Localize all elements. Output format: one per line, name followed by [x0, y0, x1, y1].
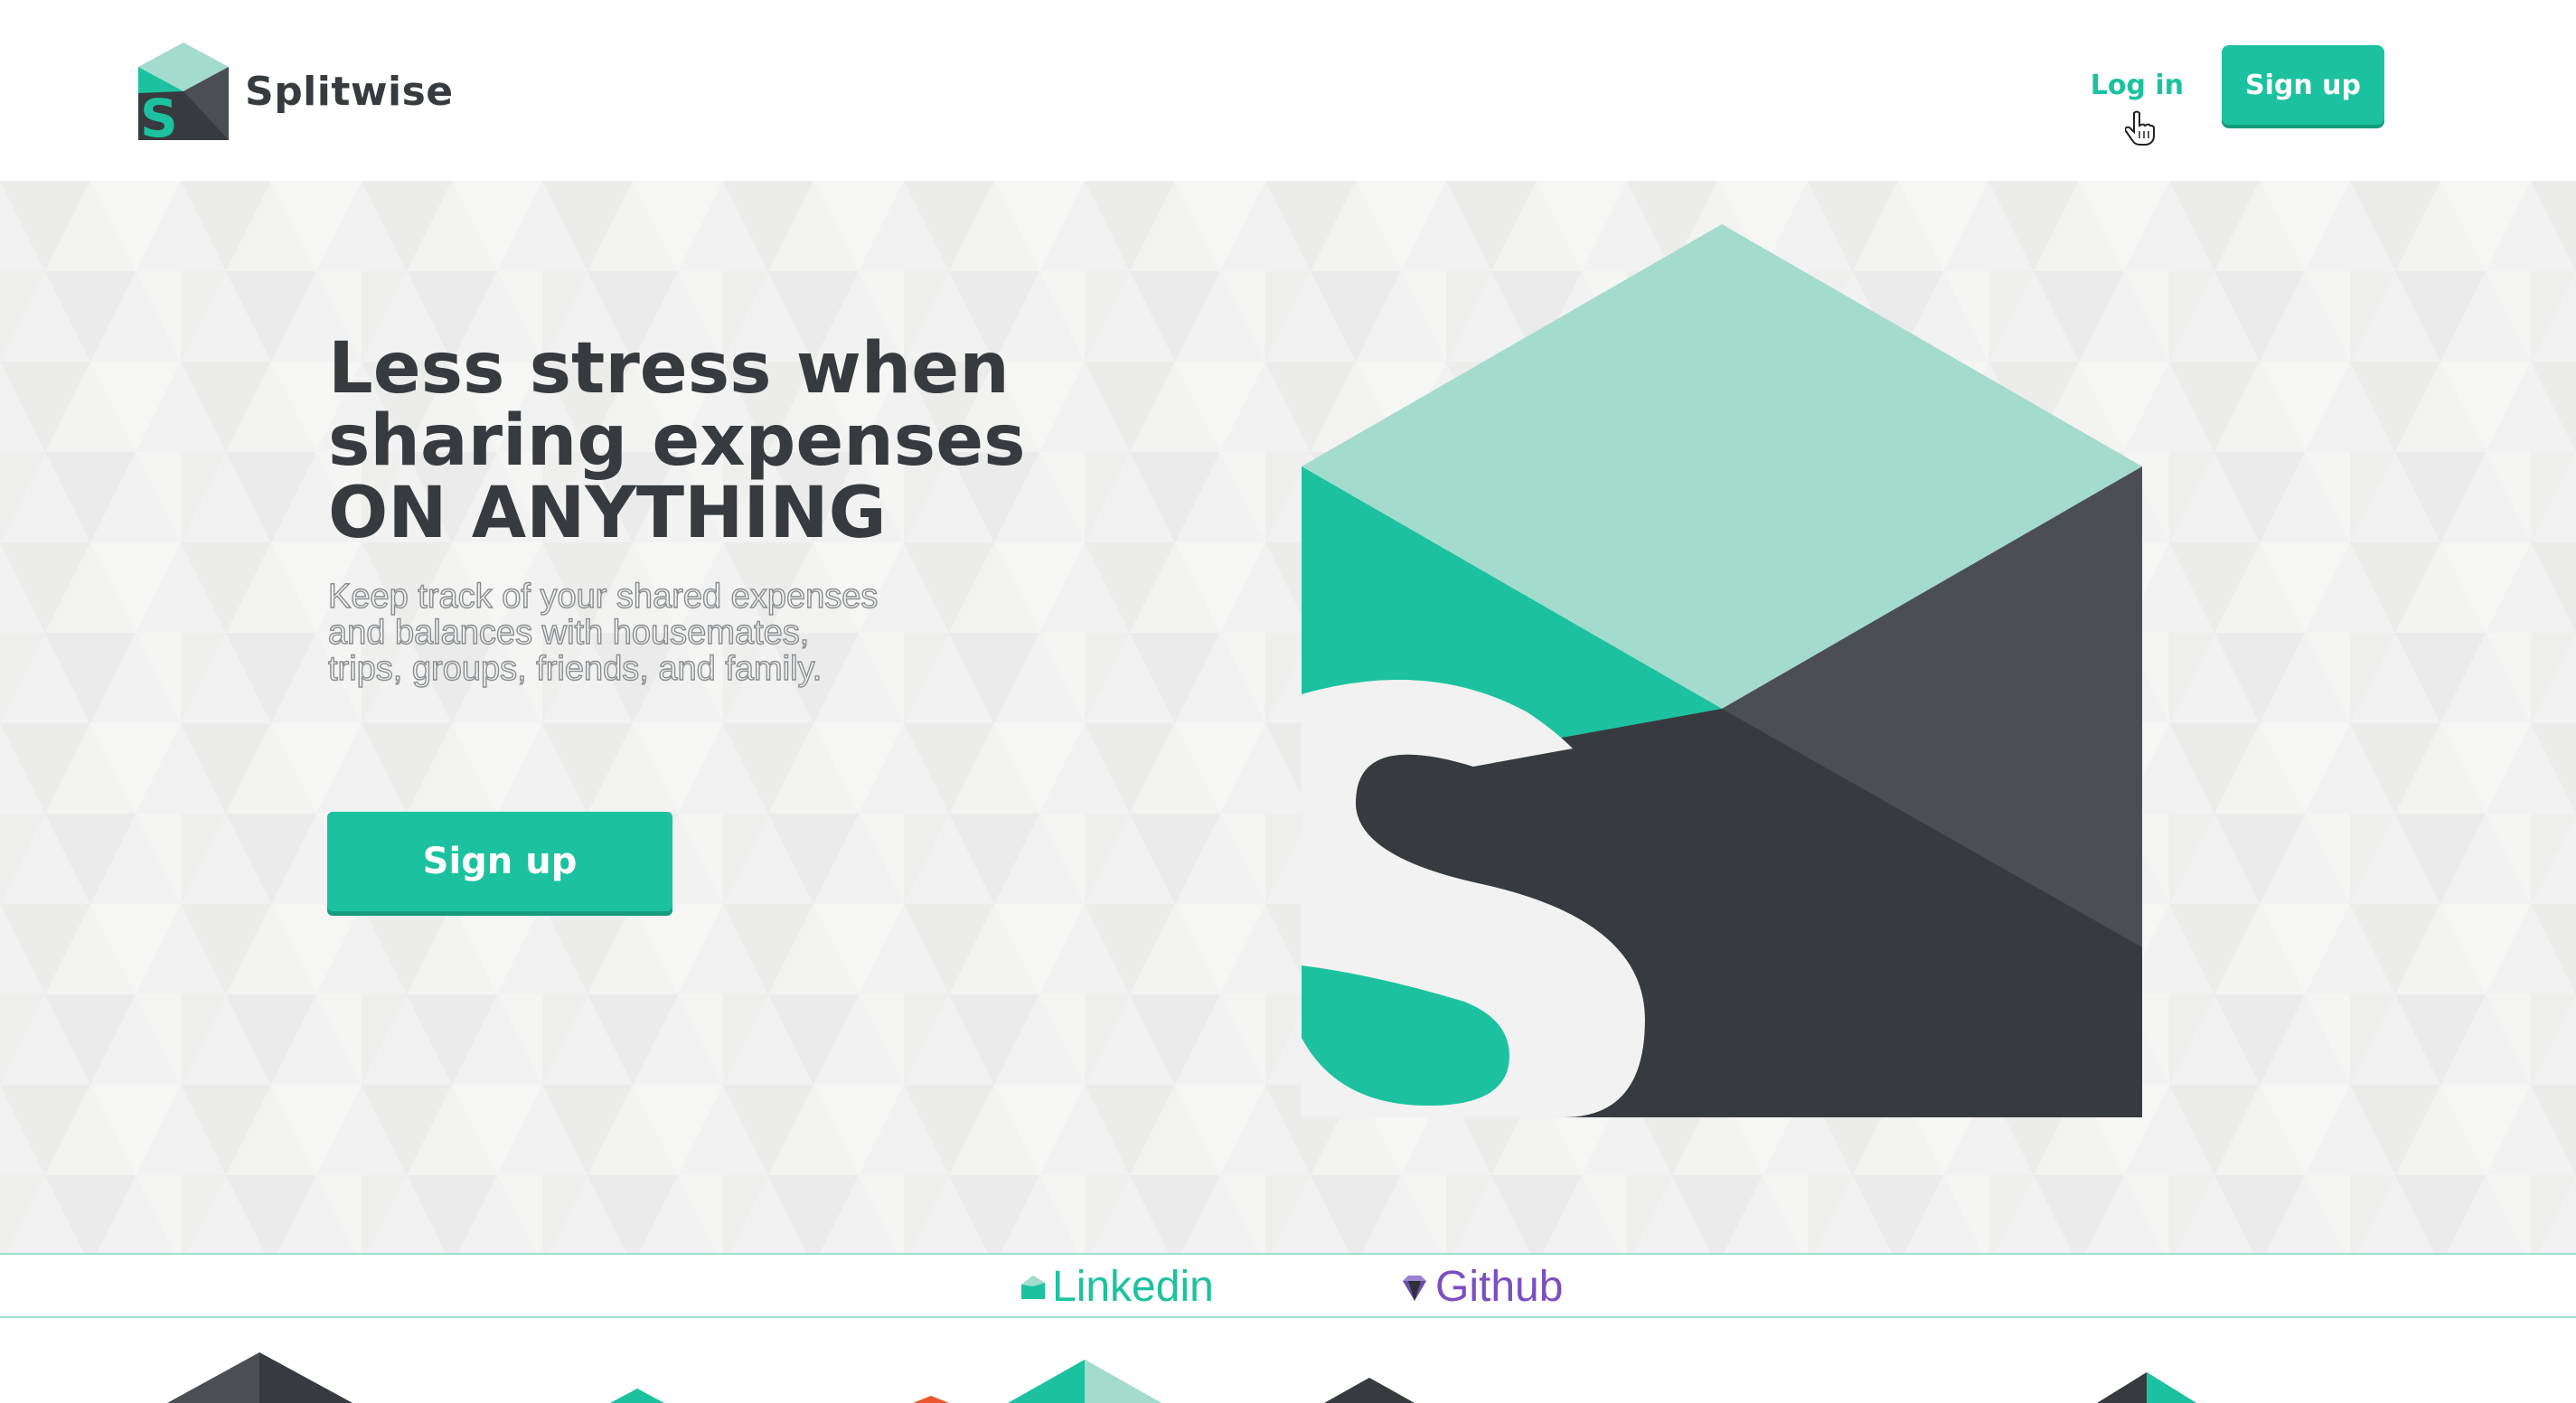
- github-link[interactable]: Github: [1399, 1262, 1563, 1312]
- house-icon: [1021, 1275, 1045, 1299]
- nav-signup-button[interactable]: Sign up: [2222, 45, 2384, 125]
- login-link[interactable]: Log in: [2090, 69, 2184, 146]
- linkedin-label: Linkedin: [1052, 1263, 1214, 1311]
- gem-icon: [1403, 1275, 1426, 1301]
- brand-name: Splitwise: [245, 68, 454, 115]
- svg-text:S: S: [140, 88, 178, 140]
- hero-copy: Less stress when sharing expenses ON ANY…: [327, 333, 1142, 688]
- splitwise-logo-icon: S: [138, 42, 229, 140]
- subcopy-line: and balances with housemates,: [327, 614, 810, 652]
- hand-cursor-icon: [2124, 110, 2155, 146]
- subcopy-line: trips, groups, friends, and family.: [327, 650, 823, 688]
- bottom-illustrations: [0, 1318, 2576, 1403]
- splitwise-large-logo-icon: [1302, 224, 2142, 1117]
- subcopy-line: Keep track of your shared expenses: [327, 578, 879, 616]
- headline-line: Less stress when: [328, 328, 1010, 410]
- headline-line: ON ANYTHING: [328, 473, 887, 554]
- headline-line: sharing expenses: [328, 400, 1026, 482]
- links-strip: Linkedin Github: [0, 1253, 2576, 1318]
- github-label: Github: [1435, 1263, 1564, 1311]
- hero-signup-button[interactable]: Sign up: [327, 812, 672, 911]
- brand[interactable]: S Splitwise: [138, 42, 454, 140]
- hero-section: Less stress when sharing expenses ON ANY…: [0, 181, 2576, 1255]
- house-illustrations-icon: [167, 1352, 2196, 1403]
- linkedin-link[interactable]: Linkedin: [1020, 1262, 1214, 1312]
- top-header: S Splitwise Log in Sign up: [0, 0, 2576, 181]
- login-label: Log in: [2090, 69, 2184, 101]
- hero-subcopy: Keep track of your shared expenses and b…: [327, 578, 979, 688]
- hero-headline: Less stress when sharing expenses ON ANY…: [328, 333, 1142, 550]
- top-nav: Log in Sign up: [2090, 45, 2384, 146]
